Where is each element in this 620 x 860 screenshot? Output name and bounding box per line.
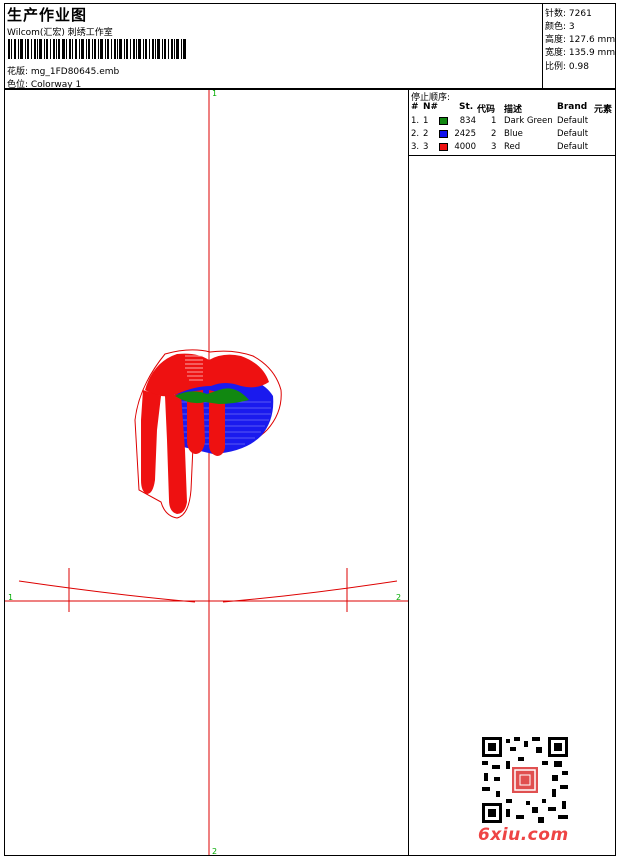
qr-code-icon (482, 737, 568, 823)
barcode-icon (8, 39, 186, 59)
col-index: # (411, 102, 419, 112)
col-brand: Brand (557, 102, 588, 112)
marker-top: 1 (212, 90, 217, 98)
stat-colors: 颜色: 3 (545, 22, 575, 32)
header-panel: 生产作业图 Wilcom(汇宏) 刺绣工作室 花版: mg_1FD80645.e… (4, 3, 616, 90)
marker-left: 1 (8, 593, 13, 602)
stats-panel: 针数: 7261 颜色: 3 高度: 127.6 mm 宽度: 135.9 mm… (542, 4, 616, 88)
color-swatch (439, 143, 448, 151)
col-description: 描述 (504, 105, 523, 115)
stop-table-header: # N# St. 代码 描述 Brand 元素 (409, 102, 615, 115)
stat-scale: 比例: 0.98 (545, 62, 589, 72)
marker-right: 2 (396, 593, 401, 602)
col-code: 代码 (477, 105, 496, 115)
hoop-guide-right (222, 580, 398, 603)
drip-1 (141, 390, 161, 494)
col-element: 元素 (594, 105, 613, 115)
color-swatch (439, 130, 448, 138)
col-stitches: St. (459, 102, 474, 112)
watermark: 6xiu.com (478, 825, 569, 845)
color-swatch (439, 117, 448, 125)
marker-bottom: 2 (212, 847, 217, 855)
header-info: 生产作业图 Wilcom(汇宏) 刺绣工作室 花版: mg_1FD80645.e… (5, 4, 542, 90)
stat-width: 宽度: 135.9 mm (545, 48, 616, 58)
design-canvas: 1 2 1 2 (5, 89, 409, 856)
col-n: N# (423, 102, 439, 112)
stat-height: 高度: 127.6 mm (545, 35, 616, 45)
design-preview: 1 2 1 2 (5, 89, 408, 856)
worksheet-frame: 1 2 1 2 停止顺序: # N# St. 代码 描述 Brand 元素 1.… (4, 89, 616, 856)
stat-stitches: 针数: 7261 (545, 9, 592, 19)
table-row: 3. 3 4000 3 Red Default (411, 142, 589, 152)
stop-sequence-panel: 停止顺序: # N# St. 代码 描述 Brand 元素 1. 1 834 1… (409, 90, 615, 855)
page-title: 生产作业图 (7, 6, 88, 24)
hoop-guide-left (18, 580, 196, 603)
embroidery-design (134, 349, 282, 519)
table-row: 1. 1 834 1 Dark Green Default (411, 116, 589, 126)
design-file: 花版: mg_1FD80645.emb (7, 67, 120, 77)
table-row: 2. 2 2425 2 Blue Default (411, 129, 589, 139)
table-divider (409, 155, 615, 156)
studio-name: Wilcom(汇宏) 刺绣工作室 (7, 28, 113, 38)
